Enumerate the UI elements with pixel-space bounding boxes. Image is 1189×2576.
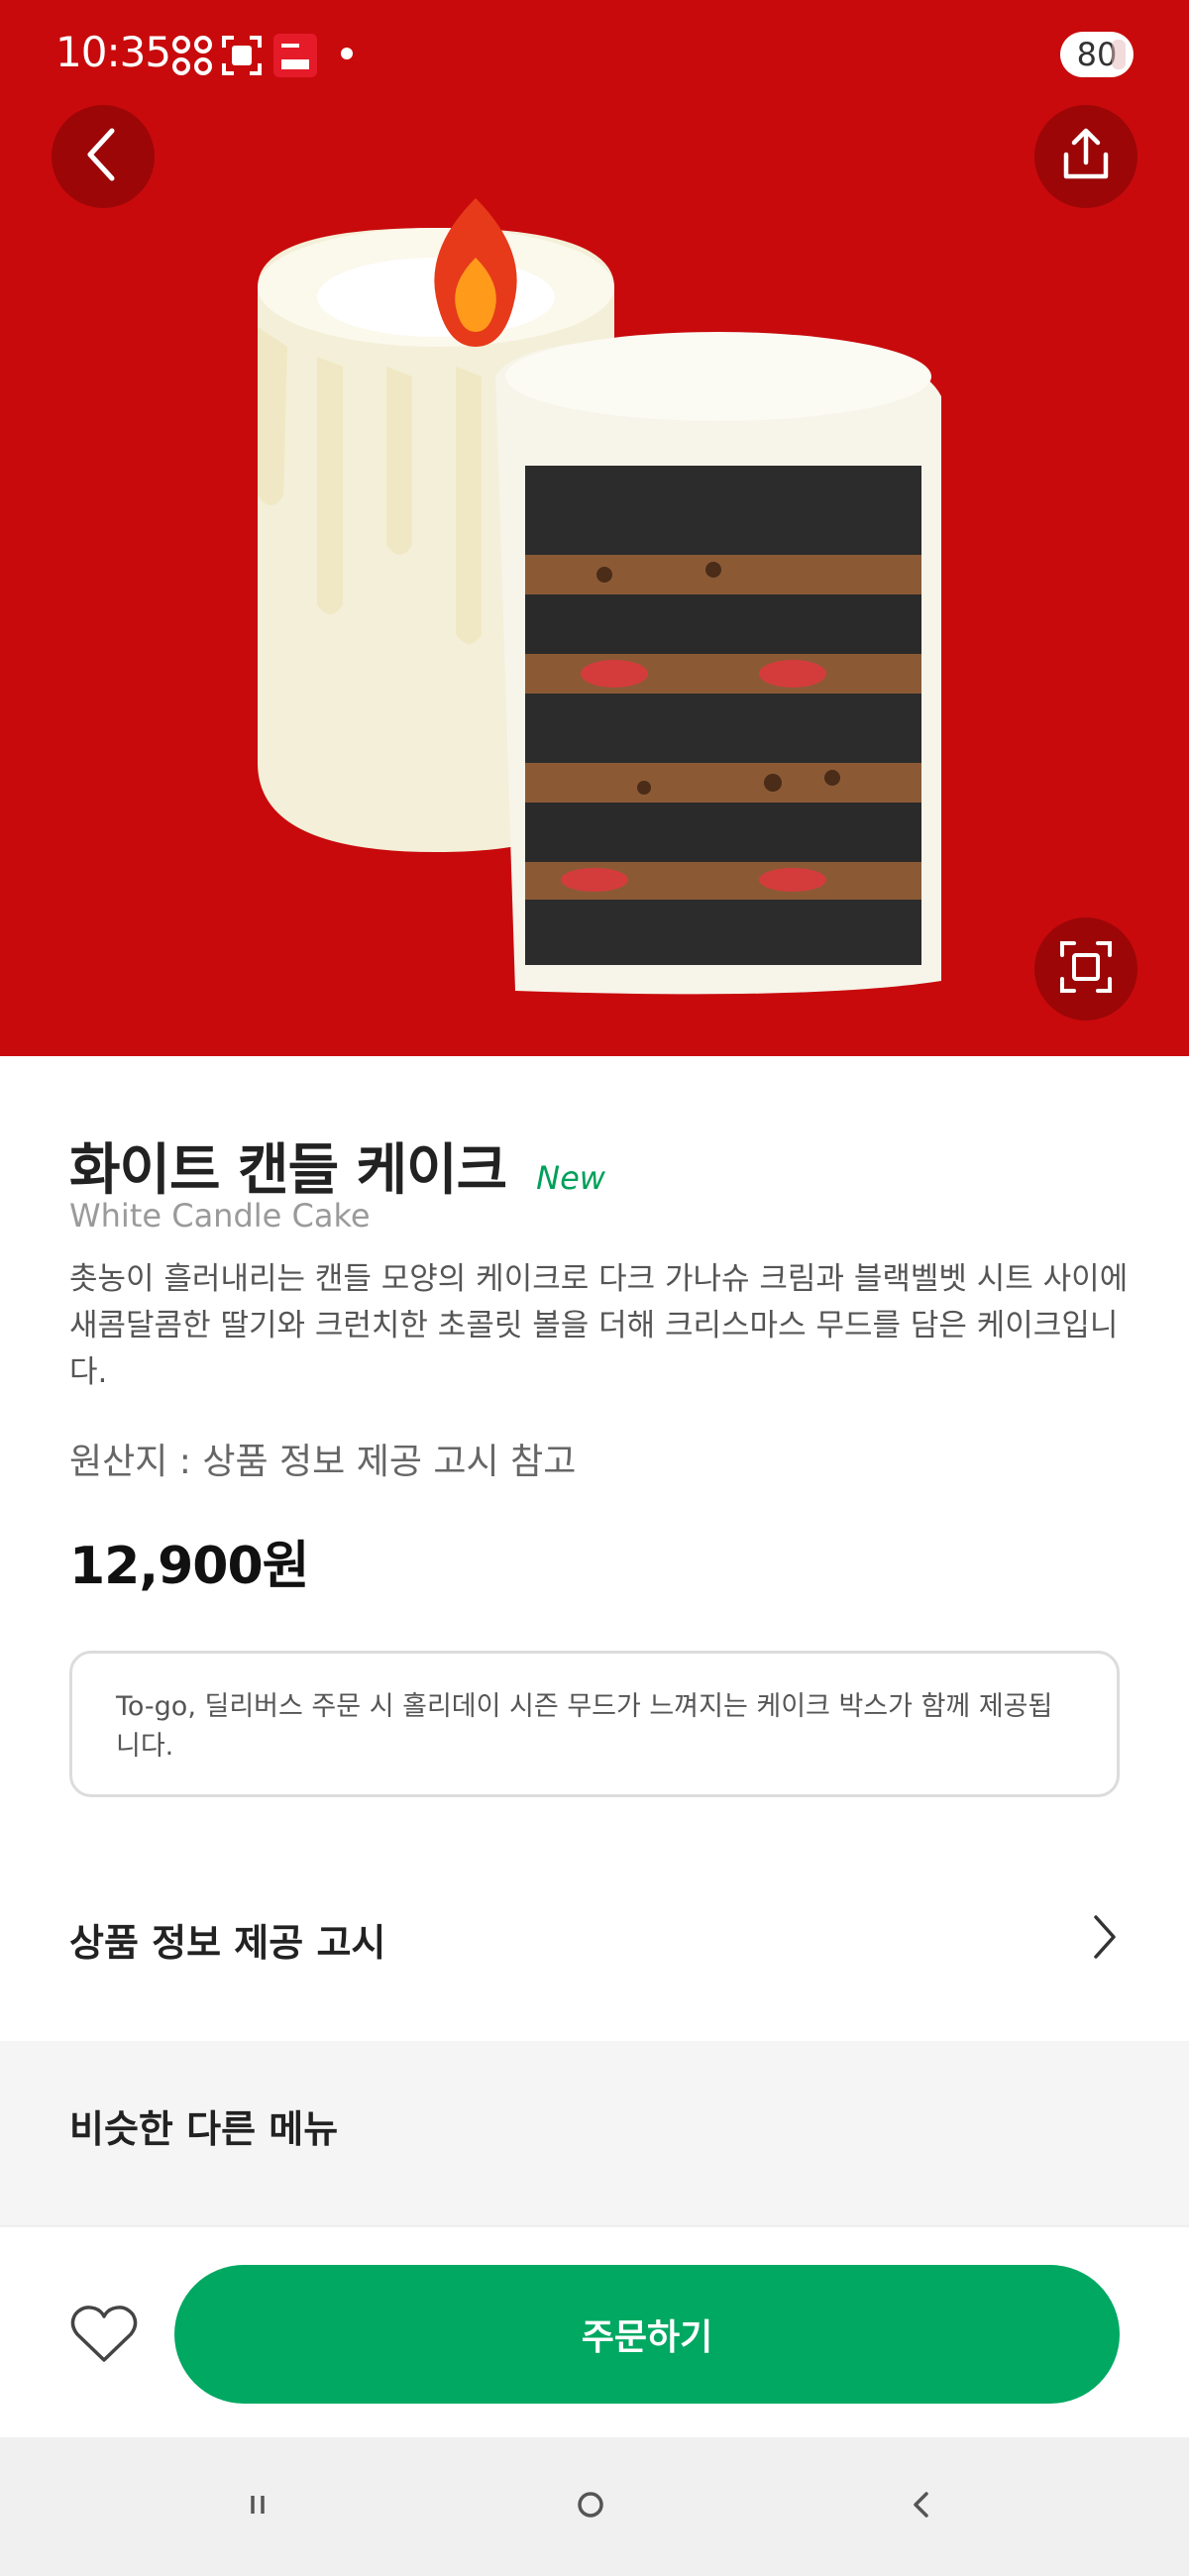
notice-text: To-go, 딜리버스 주문 시 홀리데이 시즌 무드가 느껴지는 케이크 박스… [116,1691,1053,1762]
product-english-name: White Candle Cake [69,1197,371,1234]
chevron-left-icon [78,125,128,188]
product-hero-image: 10:35 80 [0,0,1189,1056]
status-bar: 10:35 80 [0,0,1189,109]
cake-photo [258,198,941,995]
product-price: 12,900원 [69,1537,310,1596]
zoom-image-button[interactable] [1034,917,1137,1020]
home-button[interactable] [551,2477,630,2536]
recent-apps-button[interactable] [218,2477,297,2536]
new-badge: New [536,1159,605,1197]
notice-box: To-go, 딜리버스 주문 시 홀리데이 시즌 무드가 느껴지는 케이크 박스… [69,1651,1120,1797]
favorite-button[interactable] [69,2303,139,2366]
order-bar: 주문하기 [0,2225,1189,2437]
screenshot-icon [220,34,264,77]
chevron-right-icon [1090,1913,1120,1965]
app-grid-icon [170,34,214,77]
home-icon [574,2488,607,2525]
product-description: 촛농이 흘러내리는 캔들 모양의 케이크로 다크 가나슈 크림과 블랙벨벳 시트… [69,1261,1129,1390]
battery-indicator: 80 [1060,32,1134,77]
back-icon [907,2488,936,2525]
product-info-notice-label: 상품 정보 제공 고시 [69,1920,386,1965]
membership-card-icon [273,34,317,77]
heart-icon [69,2306,139,2370]
expand-icon [1058,939,1114,999]
similar-menu-section: 비슷한 다른 메뉴 [0,2041,1189,2225]
status-time: 10:35 [55,28,171,76]
notification-dot [341,48,353,59]
order-button[interactable]: 주문하기 [174,2265,1120,2404]
product-title: 화이트 캔들 케이크 [69,1138,507,1203]
similar-menu-title: 비슷한 다른 메뉴 [69,2107,339,2151]
recent-apps-icon [243,2490,272,2523]
product-info-notice-row[interactable]: 상품 정보 제공 고시 [0,1875,1189,2003]
product-origin: 원산지 : 상품 정보 제공 고시 참고 [69,1442,577,1482]
share-icon [1056,125,1116,188]
title-row: 화이트 캔들 케이크 New [69,1126,605,1206]
back-button[interactable] [52,105,155,208]
system-nav-bar [0,2437,1189,2576]
system-back-button[interactable] [882,2477,961,2536]
share-button[interactable] [1034,105,1137,208]
